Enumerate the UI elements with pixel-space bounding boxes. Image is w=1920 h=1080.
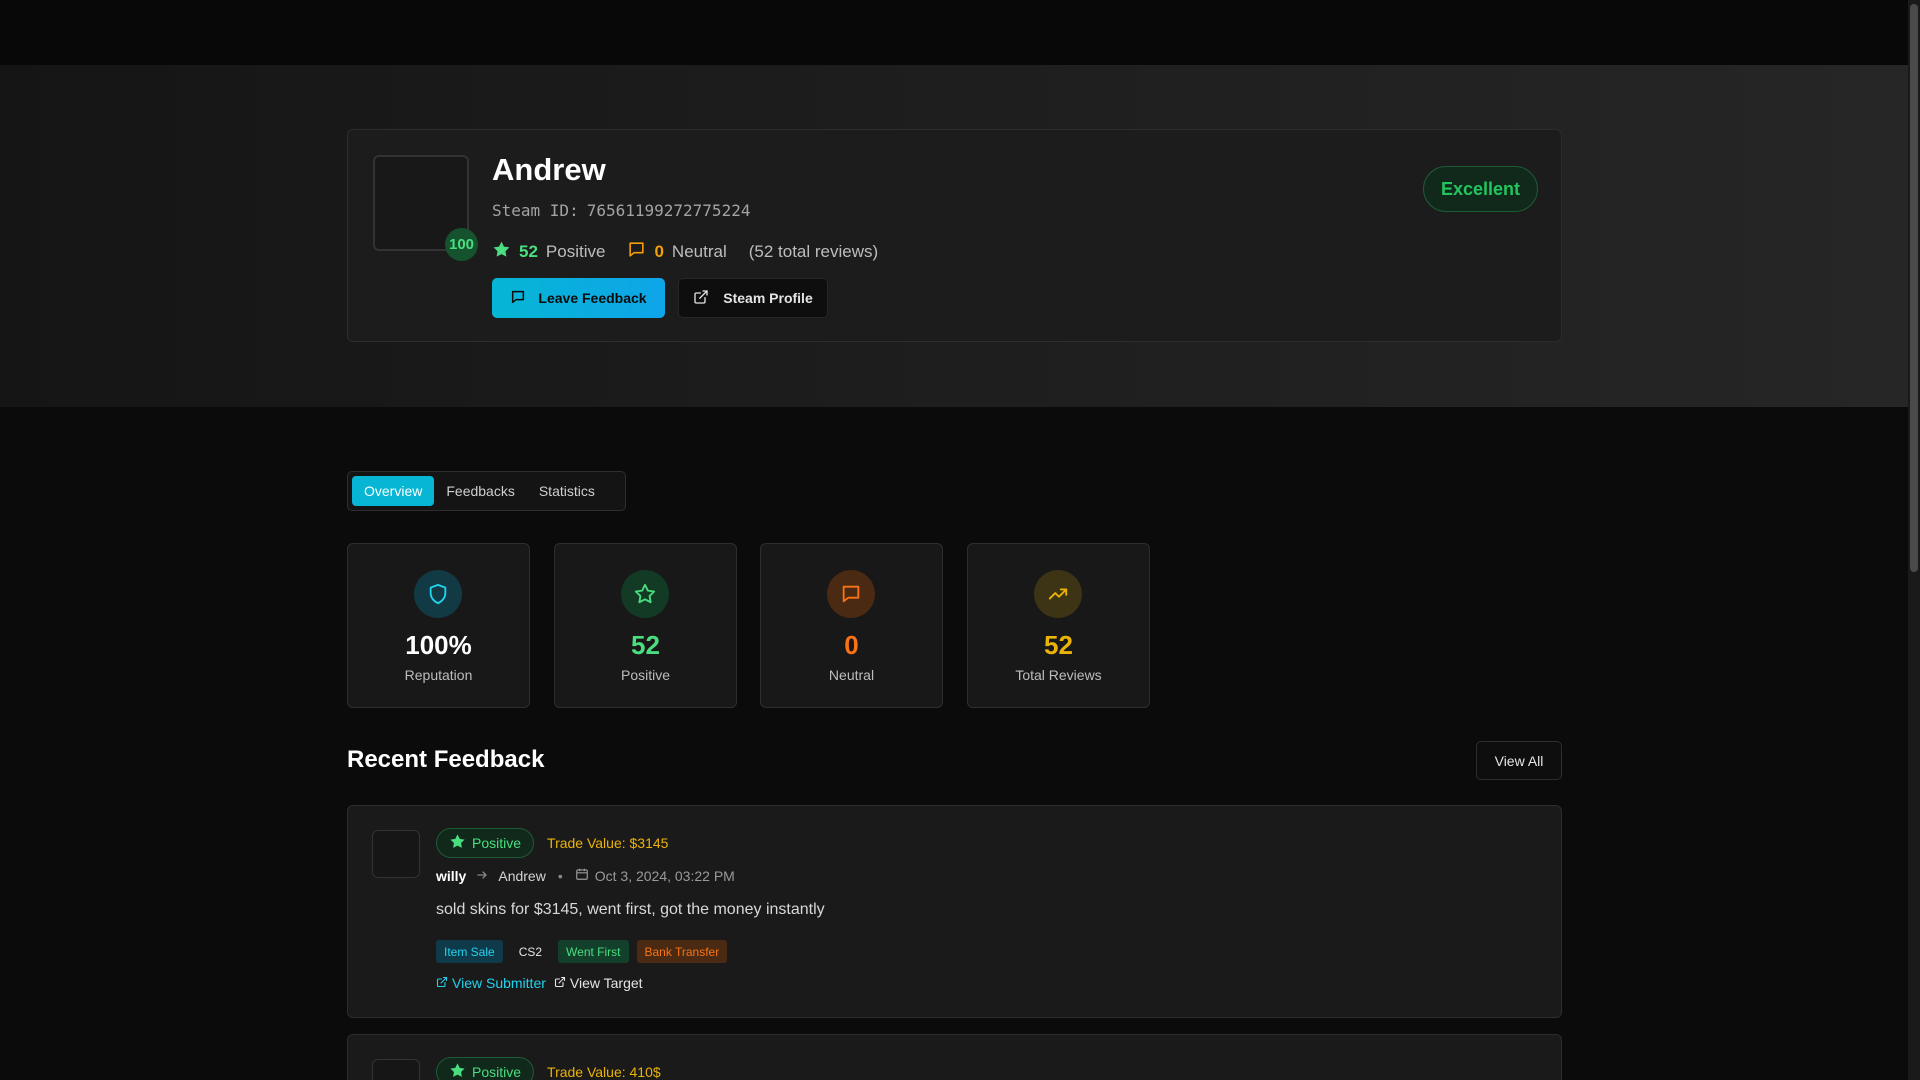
scrollbar[interactable] — [1908, 0, 1920, 1080]
profile-stats: 52 Positive 0 Neutral (52 total reviews) — [492, 240, 878, 264]
total-reviews-text: (52 total reviews) — [748, 242, 879, 261]
stat-value: 0 — [844, 630, 859, 660]
stat-card-neutral: 0 Neutral — [760, 543, 943, 708]
steam-id-label: Steam ID: — [492, 201, 579, 220]
view-submitter-label: View Submitter — [452, 975, 546, 991]
external-link-icon — [693, 289, 709, 308]
stat-label: Reputation — [404, 667, 473, 683]
message-icon — [827, 570, 875, 618]
steam-profile-button[interactable]: Steam Profile — [678, 278, 828, 318]
stat-value: 52 — [631, 630, 660, 660]
stat-label: Positive — [620, 667, 671, 683]
rating-badge: Excellent — [1423, 166, 1538, 212]
submitter-name[interactable]: willy — [436, 868, 466, 884]
profile-card: 100 Andrew Steam ID: 76561199272775224 52… — [347, 129, 1562, 342]
feedback-meta: willy Andrew • Oct 3, 2024, 03:22 PM — [436, 867, 735, 884]
star-icon — [449, 1062, 466, 1080]
sentiment-badge: Positive — [436, 828, 535, 858]
positive-count: 52 — [519, 242, 538, 261]
neutral-label: Neutral — [671, 242, 727, 261]
view-target-link[interactable]: View Target — [554, 975, 643, 991]
tag-went-first: Went First — [558, 940, 629, 963]
shield-icon — [414, 570, 462, 618]
stat-value: 100% — [405, 630, 472, 660]
message-icon — [510, 289, 526, 308]
steam-profile-label: Steam Profile — [723, 290, 813, 306]
feedback-header: Positive Trade Value: $3145 — [436, 828, 668, 858]
date-text: Oct 3, 2024, 03:22 PM — [594, 867, 735, 884]
feedback-header: Positive Trade Value: 410$ — [436, 1057, 661, 1080]
tag-item-sale: Item Sale — [436, 940, 503, 963]
submitter-avatar — [372, 830, 420, 878]
tab-overview[interactable]: Overview — [352, 476, 435, 506]
steam-id: Steam ID: 76561199272775224 — [492, 201, 750, 220]
calendar-icon — [575, 867, 589, 884]
leave-feedback-label: Leave Feedback — [538, 290, 647, 306]
stat-card-reputation: 100% Reputation — [347, 543, 530, 708]
stat-label: Neutral — [828, 667, 875, 683]
leave-feedback-button[interactable]: Leave Feedback — [492, 278, 665, 318]
tab-feedbacks[interactable]: Feedbacks — [434, 476, 526, 506]
steam-id-value: 76561199272775224 — [586, 201, 751, 220]
sentiment-badge: Positive — [436, 1057, 535, 1080]
feedback-card: Positive Trade Value: 410$ — [347, 1034, 1562, 1080]
scrollbar-thumb[interactable] — [1910, 4, 1918, 572]
stat-card-positive: 52 Positive — [554, 543, 737, 708]
neutral-summary: 0 Neutral — [627, 240, 727, 264]
feedback-links: View Submitter View Target — [436, 975, 643, 991]
feedback-tags: Item Sale CS2 Went First Bank Transfer — [436, 940, 728, 963]
star-icon — [492, 240, 511, 264]
trending-up-icon — [1034, 570, 1082, 618]
feedback-comment: sold skins for $3145, went first, got th… — [436, 901, 825, 918]
submitter-avatar — [372, 1059, 420, 1080]
external-link-icon — [554, 975, 566, 991]
recent-feedback-title: Recent Feedback — [347, 746, 545, 773]
positive-summary: 52 Positive — [492, 240, 605, 264]
trade-value: Trade Value: $3145 — [547, 835, 669, 851]
star-icon — [449, 833, 466, 853]
tabs: Overview Feedbacks Statistics — [347, 471, 626, 511]
arrow-right-icon — [476, 868, 488, 884]
positive-label: Positive — [545, 242, 606, 261]
feedback-card: Positive Trade Value: $3145 willy Andrew… — [347, 805, 1562, 1018]
stat-card-total-reviews: 52 Total Reviews — [967, 543, 1150, 708]
sentiment-label: Positive — [472, 835, 522, 851]
feedback-date: Oct 3, 2024, 03:22 PM — [575, 867, 735, 884]
message-icon — [627, 240, 646, 264]
reputation-score-badge: 100 — [445, 228, 478, 261]
target-name[interactable]: Andrew — [498, 868, 545, 884]
star-icon — [621, 570, 669, 618]
view-submitter-link[interactable]: View Submitter — [436, 975, 546, 991]
external-link-icon — [436, 975, 448, 991]
separator-dot: • — [557, 867, 563, 884]
top-nav-bar — [0, 0, 1908, 65]
view-all-button[interactable]: View All — [1476, 741, 1562, 780]
trade-value: Trade Value: 410$ — [547, 1064, 661, 1080]
tag-game: CS2 — [518, 944, 543, 959]
view-target-label: View Target — [569, 975, 643, 991]
sentiment-label: Positive — [472, 1064, 522, 1080]
tag-bank-transfer: Bank Transfer — [636, 940, 728, 963]
stat-value: 52 — [1044, 630, 1073, 660]
tab-statistics[interactable]: Statistics — [527, 476, 607, 506]
profile-name: Andrew — [492, 152, 606, 187]
neutral-count: 0 — [654, 242, 664, 261]
stat-label: Total Reviews — [1015, 667, 1102, 683]
